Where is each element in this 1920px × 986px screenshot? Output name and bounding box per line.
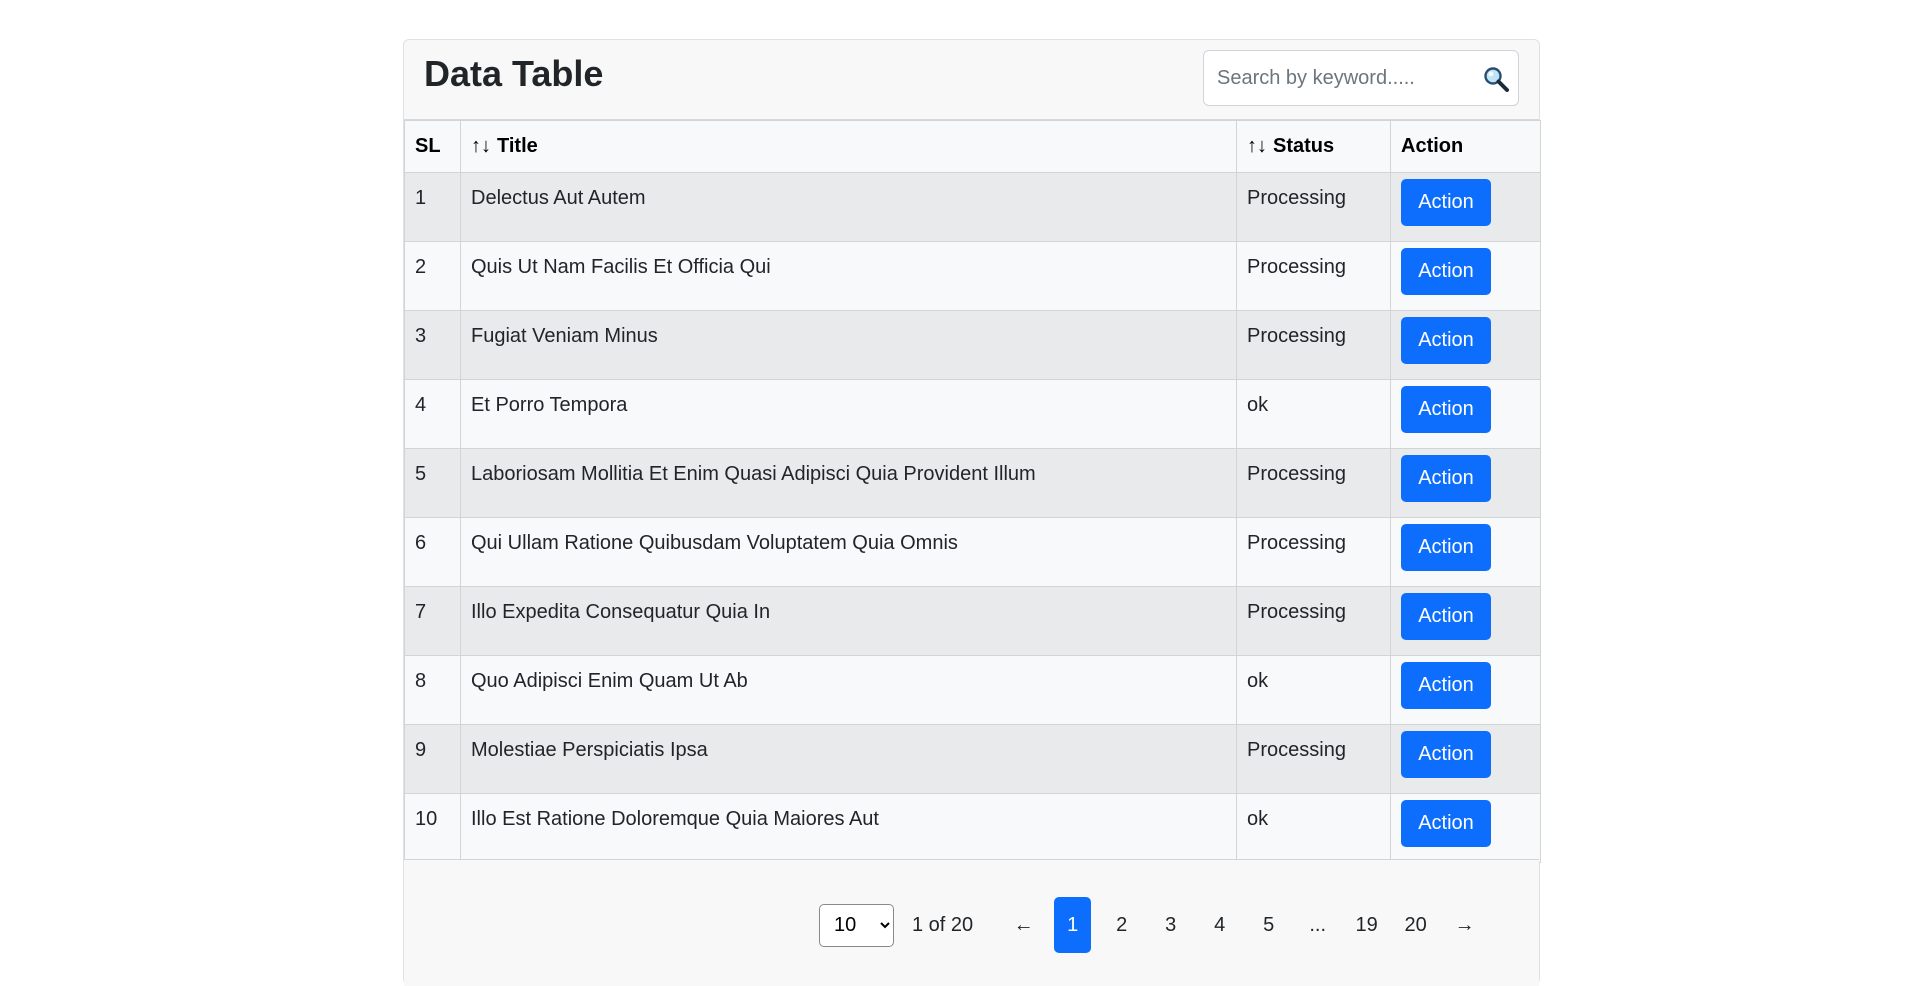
action-button[interactable]: Action bbox=[1401, 731, 1491, 778]
table-row: 1 Delectus Aut Autem Processing Action bbox=[404, 172, 1541, 242]
cell-title: Et Porro Tempora bbox=[460, 379, 1237, 449]
table-row: 6 Qui Ullam Ratione Quibusdam Voluptatem… bbox=[404, 517, 1541, 587]
action-button[interactable]: Action bbox=[1401, 800, 1491, 847]
next-page-button[interactable]: → bbox=[1446, 897, 1483, 953]
page-button-1[interactable]: 1 bbox=[1054, 897, 1092, 953]
column-header-label: Status bbox=[1273, 135, 1335, 157]
search-box bbox=[1203, 50, 1519, 106]
prev-page-button[interactable]: ← bbox=[1005, 897, 1042, 953]
cell-status: Processing bbox=[1236, 724, 1391, 794]
cell-sl: 10 bbox=[404, 793, 461, 863]
action-button[interactable]: Action bbox=[1401, 386, 1491, 433]
column-header-sl: SL bbox=[404, 120, 461, 173]
cell-action: Action bbox=[1390, 793, 1541, 863]
page-button-2[interactable]: 2 bbox=[1103, 897, 1140, 953]
sort-icon[interactable]: ↑↓ bbox=[1247, 135, 1267, 157]
page-button-5[interactable]: 5 bbox=[1250, 897, 1287, 953]
cell-status: Processing bbox=[1236, 517, 1391, 587]
cell-sl: 6 bbox=[404, 517, 461, 587]
column-header-label: Title bbox=[497, 135, 538, 157]
cell-action: Action bbox=[1390, 172, 1541, 242]
card-footer: 10 1 of 20 ← 1 2 3 4 5 ... 19 20 → bbox=[404, 859, 1539, 986]
table-row: 2 Quis Ut Nam Facilis Et Officia Qui Pro… bbox=[404, 241, 1541, 311]
cell-action: Action bbox=[1390, 517, 1541, 587]
page-info: 1 of 20 bbox=[912, 913, 974, 936]
cell-action: Action bbox=[1390, 448, 1541, 518]
cell-sl: 1 bbox=[404, 172, 461, 242]
search-input[interactable] bbox=[1204, 51, 1474, 105]
table-header-row: SL ↑↓ Title ↑↓ Status Action bbox=[404, 120, 1541, 173]
cell-title: Quis Ut Nam Facilis Et Officia Qui bbox=[460, 241, 1237, 311]
column-header-title[interactable]: ↑↓ Title bbox=[460, 120, 1237, 173]
page-size-select[interactable]: 10 bbox=[819, 903, 894, 947]
cell-action: Action bbox=[1390, 586, 1541, 656]
pagination: 10 1 of 20 ← 1 2 3 4 5 ... 19 20 → bbox=[819, 897, 1489, 953]
cell-status: ok bbox=[1236, 793, 1391, 863]
cell-action: Action bbox=[1390, 310, 1541, 380]
table-row: 8 Quo Adipisci Enim Quam Ut Ab ok Action bbox=[404, 655, 1541, 725]
cell-action: Action bbox=[1390, 724, 1541, 794]
cell-title: Laboriosam Mollitia Et Enim Quasi Adipis… bbox=[460, 448, 1237, 518]
cell-title: Fugiat Veniam Minus bbox=[460, 310, 1237, 380]
cell-title: Qui Ullam Ratione Quibusdam Voluptatem Q… bbox=[460, 517, 1237, 587]
cell-status: Processing bbox=[1236, 241, 1391, 311]
column-header-status[interactable]: ↑↓ Status bbox=[1236, 120, 1391, 173]
column-header-label: SL bbox=[415, 135, 441, 157]
cell-title: Illo Expedita Consequatur Quia In bbox=[460, 586, 1237, 656]
table-row: 10 Illo Est Ratione Doloremque Quia Maio… bbox=[404, 793, 1541, 863]
pagination-ellipsis: ... bbox=[1309, 913, 1326, 936]
cell-sl: 2 bbox=[404, 241, 461, 311]
cell-title: Illo Est Ratione Doloremque Quia Maiores… bbox=[460, 793, 1237, 863]
page-button-4[interactable]: 4 bbox=[1201, 897, 1238, 953]
table-row: 3 Fugiat Veniam Minus Processing Action bbox=[404, 310, 1541, 380]
action-button[interactable]: Action bbox=[1401, 317, 1491, 364]
cell-title: Delectus Aut Autem bbox=[460, 172, 1237, 242]
column-header-label: Action bbox=[1401, 135, 1464, 157]
cell-status: Processing bbox=[1236, 586, 1391, 656]
page-button-19[interactable]: 19 bbox=[1348, 897, 1385, 953]
column-header-action: Action bbox=[1390, 120, 1541, 173]
search-icon[interactable] bbox=[1482, 65, 1510, 93]
cell-action: Action bbox=[1390, 655, 1541, 725]
page-button-3[interactable]: 3 bbox=[1152, 897, 1189, 953]
cell-status: Processing bbox=[1236, 448, 1391, 518]
cell-status: Processing bbox=[1236, 310, 1391, 380]
cell-sl: 4 bbox=[404, 379, 461, 449]
table-row: 7 Illo Expedita Consequatur Quia In Proc… bbox=[404, 586, 1541, 656]
action-button[interactable]: Action bbox=[1401, 248, 1491, 295]
action-button[interactable]: Action bbox=[1401, 662, 1491, 709]
cell-action: Action bbox=[1390, 379, 1541, 449]
cell-sl: 5 bbox=[404, 448, 461, 518]
cell-sl: 7 bbox=[404, 586, 461, 656]
cell-sl: 3 bbox=[404, 310, 461, 380]
table-row: 4 Et Porro Tempora ok Action bbox=[404, 379, 1541, 449]
cell-action: Action bbox=[1390, 241, 1541, 311]
action-button[interactable]: Action bbox=[1401, 179, 1491, 226]
action-button[interactable]: Action bbox=[1401, 455, 1491, 502]
action-button[interactable]: Action bbox=[1401, 593, 1491, 640]
cell-sl: 9 bbox=[404, 724, 461, 794]
table-row: 9 Molestiae Perspiciatis Ipsa Processing… bbox=[404, 724, 1541, 794]
cell-title: Quo Adipisci Enim Quam Ut Ab bbox=[460, 655, 1237, 725]
data-table: SL ↑↓ Title ↑↓ Status Action 1 Delectus Au… bbox=[404, 120, 1541, 863]
sort-icon[interactable]: ↑↓ bbox=[471, 135, 491, 157]
data-table-card: Data Table SL ↑↓ Title ↑↓ Status Action bbox=[403, 39, 1541, 986]
cell-status: ok bbox=[1236, 655, 1391, 725]
page-button-20[interactable]: 20 bbox=[1397, 897, 1434, 953]
card-header: Data Table bbox=[404, 40, 1539, 120]
cell-sl: 8 bbox=[404, 655, 461, 725]
cell-status: ok bbox=[1236, 379, 1391, 449]
page-title: Data Table bbox=[424, 53, 604, 94]
cell-status: Processing bbox=[1236, 172, 1391, 242]
table-row: 5 Laboriosam Mollitia Et Enim Quasi Adip… bbox=[404, 448, 1541, 518]
cell-title: Molestiae Perspiciatis Ipsa bbox=[460, 724, 1237, 794]
action-button[interactable]: Action bbox=[1401, 524, 1491, 571]
